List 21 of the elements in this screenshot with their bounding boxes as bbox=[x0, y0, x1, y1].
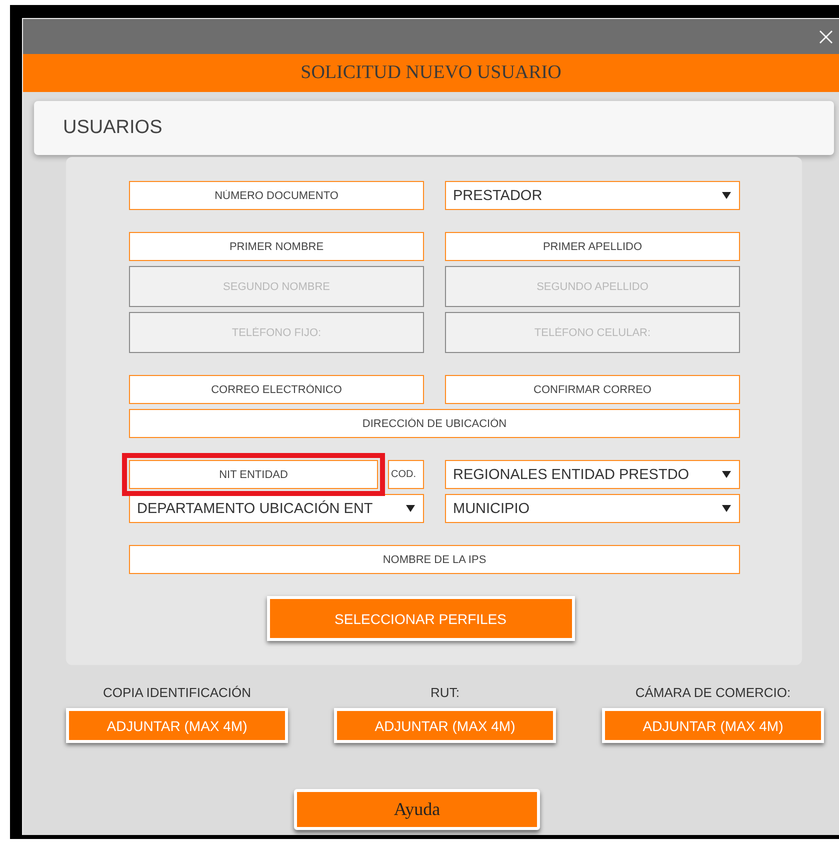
text-field[interactable]: CONFIRMAR CORREO bbox=[445, 375, 740, 404]
dropdown[interactable]: DEPARTAMENTO UBICACIÓN ENT bbox=[129, 494, 424, 523]
text-field[interactable]: PRIMER NOMBRE bbox=[129, 232, 424, 261]
nit-field[interactable]: NIT ENTIDAD bbox=[129, 460, 378, 489]
caret-icon bbox=[722, 471, 731, 478]
caret-icon bbox=[722, 505, 731, 512]
section-title: USUARIOS bbox=[63, 117, 162, 139]
code-field[interactable]: COD. bbox=[388, 460, 424, 489]
caret-icon bbox=[406, 505, 415, 512]
text-field[interactable]: NOMBRE DE LA IPS bbox=[129, 545, 740, 574]
attachment-label: COPIA IDENTIFICACIÓN bbox=[102, 685, 252, 700]
text-field[interactable]: PRIMER APELLIDO bbox=[445, 232, 740, 261]
attachment-label: CÁMARA DE COMERCIO: bbox=[635, 685, 791, 700]
window-title: SOLICITUD NUEVO USUARIO bbox=[23, 54, 839, 92]
caret-icon bbox=[722, 192, 731, 199]
close-icon[interactable] bbox=[819, 30, 833, 44]
dropdown[interactable]: PRESTADOR bbox=[445, 181, 740, 210]
help-button[interactable]: Ayuda bbox=[294, 789, 540, 830]
dropdown[interactable]: MUNICIPIO bbox=[445, 494, 740, 523]
dropdown[interactable]: REGIONALES ENTIDAD PRESTDO bbox=[445, 460, 740, 489]
attachment-label: RUT: bbox=[430, 685, 460, 700]
